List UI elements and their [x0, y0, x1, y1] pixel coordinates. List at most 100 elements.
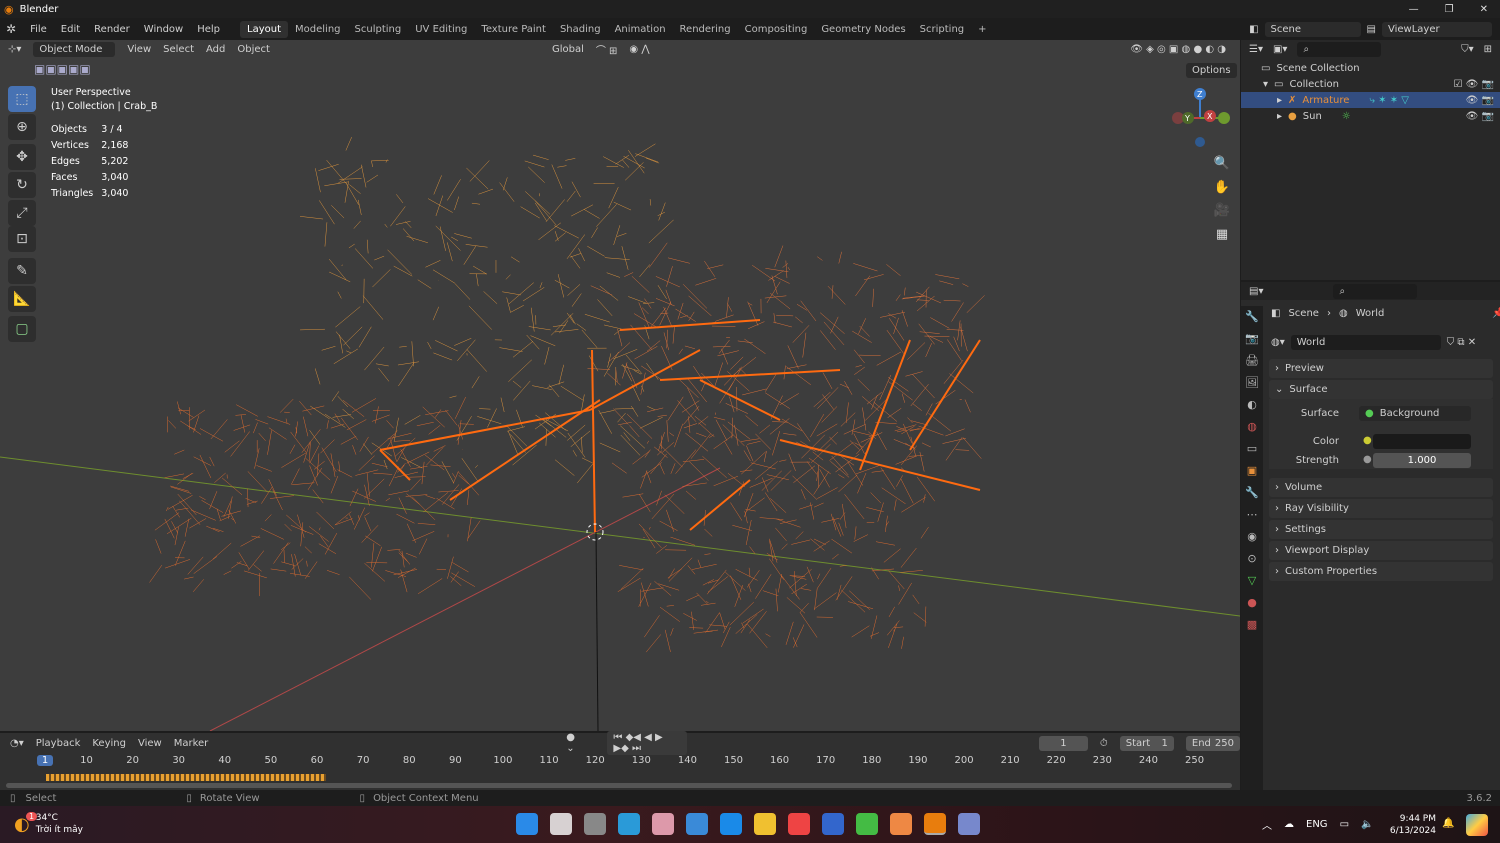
view-menu[interactable]: View [138, 738, 162, 749]
network-icon[interactable]: ▭ [1340, 819, 1349, 830]
panel-volume[interactable]: › Volume [1269, 478, 1493, 497]
select-box-tool[interactable]: ⬚ [8, 86, 36, 112]
task-view-icon[interactable] [584, 813, 606, 835]
timeline-scrollbar[interactable] [6, 783, 1232, 788]
language-indicator[interactable]: ENG [1306, 819, 1328, 830]
transform-orientation[interactable]: Global [552, 44, 584, 55]
keying-menu[interactable]: Keying [92, 738, 126, 749]
proportional-edit-icon[interactable]: ◉ ⋀ [629, 44, 649, 55]
perspective-grid-icon[interactable]: ▦ [1212, 223, 1232, 247]
properties-editor-type-icon[interactable]: ▤▾ [1249, 286, 1263, 297]
options-button[interactable]: Options [1186, 63, 1237, 78]
store-icon[interactable] [686, 813, 708, 835]
workspace-tab[interactable]: Layout [240, 20, 289, 38]
collection-row[interactable]: ▾ ▭ Collection ☑ 👁 📷 [1241, 76, 1500, 92]
camera-view-icon[interactable]: 🎥 [1212, 199, 1232, 223]
mode-selector[interactable]: Object Mode [33, 41, 116, 57]
pan-hand-icon[interactable]: ✋ [1212, 176, 1232, 200]
workspace-tab[interactable]: Animation [608, 21, 673, 38]
workspace-tab[interactable]: Scripting [913, 21, 971, 38]
snap-icon[interactable]: ⌒ ⊞ [596, 42, 618, 57]
playback-controls[interactable]: ⏮ ◆◀ ◀ ▶ ▶◆ ⏭ [607, 731, 687, 755]
strength-field[interactable]: 1.000 [1373, 453, 1471, 468]
file-explorer-icon[interactable] [754, 813, 776, 835]
close-button[interactable]: ✕ [1480, 4, 1488, 15]
panel-custom-properties[interactable]: › Custom Properties [1269, 562, 1493, 581]
minimize-button[interactable]: — [1409, 4, 1419, 15]
outliner-display-mode-icon[interactable]: ☰▾ [1249, 44, 1263, 55]
pin-icon[interactable]: 📌 [1492, 308, 1500, 319]
menu-file[interactable]: File [30, 24, 47, 35]
start-frame-field[interactable]: Start 1 [1119, 735, 1174, 751]
tray-chevron-icon[interactable]: ︿ [1262, 817, 1272, 832]
color-swatch[interactable] [1373, 434, 1471, 449]
transform-tool[interactable]: ⊡ [8, 226, 36, 252]
filter-icon[interactable]: ⛉▾ [1461, 44, 1474, 55]
panel-settings[interactable]: › Settings [1269, 520, 1493, 539]
end-frame-field[interactable]: End 250 [1185, 735, 1241, 751]
measure-tool[interactable]: 📐 [8, 286, 36, 312]
notification-icon[interactable]: 🔔 [1442, 818, 1454, 829]
onedrive-icon[interactable]: ☁ [1284, 819, 1294, 830]
workspace-tab[interactable]: UV Editing [408, 21, 474, 38]
menu-help[interactable]: Help [197, 24, 220, 35]
viber-icon[interactable] [958, 813, 980, 835]
menu-add[interactable]: Add [206, 44, 225, 55]
visibility-toggles[interactable]: 👁 📷 [1466, 111, 1500, 122]
workspace-tab[interactable]: Geometry Nodes [814, 21, 912, 38]
filter-view-icon[interactable]: ▣▾ [1273, 44, 1287, 55]
world-datablock[interactable]: ◍▾ World ⛉ ⧉ ✕ [1271, 335, 1493, 350]
panel-ray-visibility[interactable]: › Ray Visibility [1269, 499, 1493, 518]
outliner-item-armature[interactable]: ▸ ✗ Armature ⤷ ✶ ✶ ▽ 👁 📷 [1241, 92, 1500, 108]
menu-window[interactable]: Window [144, 24, 183, 35]
playback-menu[interactable]: Playback [36, 738, 81, 749]
expand-arrow-icon[interactable]: ▾ [1263, 79, 1268, 90]
3d-viewport[interactable]: ⊹▾ Object Mode View Select Add Object Gl… [0, 40, 1240, 731]
menu-edit[interactable]: Edit [61, 24, 80, 35]
view-layer-selector[interactable]: ViewLayer [1382, 21, 1492, 37]
snipping-icon[interactable] [652, 813, 674, 835]
chrome-profile-icon[interactable] [890, 813, 912, 835]
scene-collection-row[interactable]: ▭ Scene Collection [1241, 60, 1500, 76]
blender-menu-icon[interactable]: ✲ [6, 22, 16, 36]
menu-object[interactable]: Object [237, 44, 270, 55]
cursor-tool[interactable]: ⊕ [8, 114, 36, 140]
workspace-tab[interactable]: Modeling [288, 21, 348, 38]
workspace-tab[interactable]: Sculpting [348, 21, 409, 38]
workspace-tab[interactable]: Texture Paint [474, 21, 553, 38]
rotate-tool[interactable]: ↻ [8, 172, 36, 198]
volume-icon[interactable]: 🔈 [1361, 819, 1373, 830]
editor-type-icon[interactable]: ⊹▾ [8, 44, 21, 55]
menu-select[interactable]: Select [163, 44, 194, 55]
copilot-icon[interactable] [1466, 814, 1488, 836]
navigation-gizmo[interactable]: Z Y X [1168, 86, 1232, 150]
timeline-editor-icon[interactable]: ◔▾ [10, 738, 24, 749]
auto-key-button[interactable]: ● ⌄ [566, 732, 583, 754]
properties-tabs[interactable]: 🔧 📷 🖨 🖼 ◐ ◍ ▭ ▣ 🔧 ⋯ ◉ ⊙ ▽ ● ▩ [1241, 306, 1263, 790]
start-icon[interactable] [516, 813, 538, 835]
visibility-toggles[interactable]: 👁 📷 [1466, 95, 1500, 106]
menu-render[interactable]: Render [94, 24, 130, 35]
weather-widget[interactable]: ◐ 1 34°C Trời ít mây [14, 811, 83, 836]
surface-shader-field[interactable]: ● Background [1359, 406, 1471, 421]
zoom-icon[interactable]: 🔍 [1212, 152, 1232, 176]
maximize-button[interactable]: ❐ [1445, 4, 1454, 15]
frame-ruler[interactable]: 1 10 20 30 40 50 60 70 80 90 100 110 120 130 140 150 160… [0, 755, 1240, 769]
workspace-tab[interactable]: Rendering [673, 21, 738, 38]
panel-preview[interactable]: › Preview [1269, 359, 1493, 378]
fake-user-icon[interactable]: ⛉ ⧉ ✕ [1447, 337, 1476, 348]
add-cube-tool[interactable]: ▢ [8, 316, 36, 342]
app-icon[interactable] [788, 813, 810, 835]
select-mode-buttons[interactable]: ▣▣▣▣▣ [34, 62, 91, 76]
move-tool[interactable]: ✥ [8, 144, 36, 170]
scene-selector[interactable]: Scene [1264, 21, 1361, 37]
expand-arrow-icon[interactable]: ▸ [1277, 111, 1282, 122]
world-name-field[interactable]: World [1290, 335, 1441, 350]
search-icon[interactable] [550, 813, 572, 835]
workspace-tab[interactable]: Compositing [738, 21, 815, 38]
expand-arrow-icon[interactable]: ▸ [1277, 95, 1282, 106]
workspace-tab[interactable]: + [971, 21, 993, 38]
menu-view[interactable]: View [127, 44, 151, 55]
annotate-tool[interactable]: ✎ [8, 258, 36, 284]
chrome-icon[interactable] [856, 813, 878, 835]
